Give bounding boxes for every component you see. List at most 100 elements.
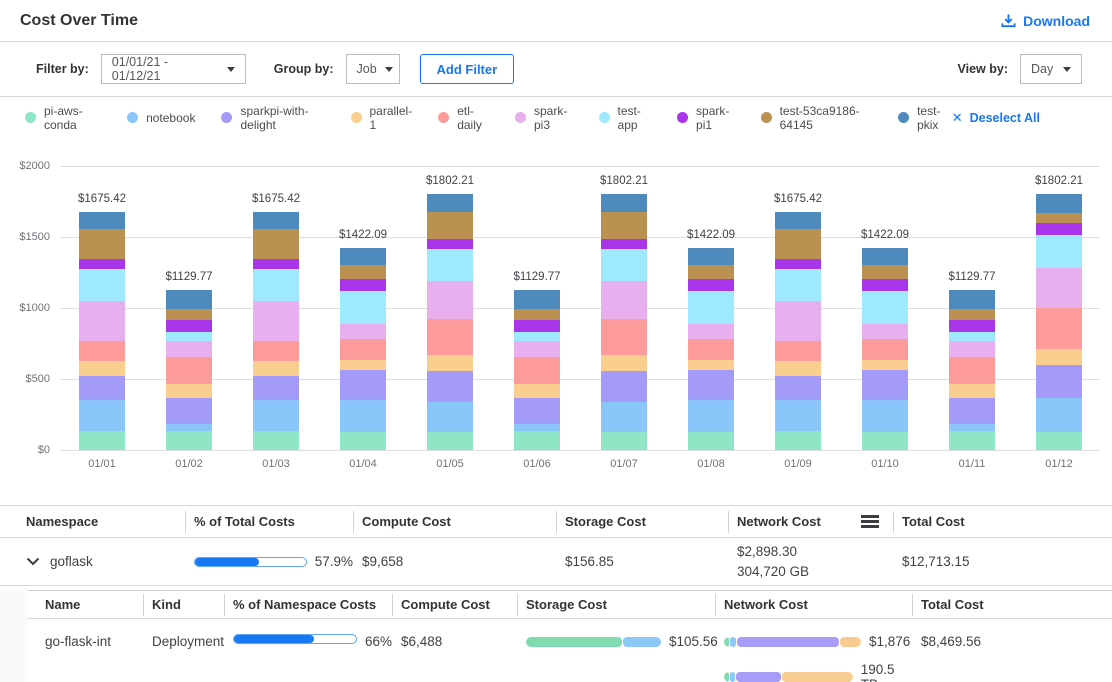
bar-segment-sparkpi-with-delight: [340, 370, 386, 400]
bar-segment: [724, 672, 729, 682]
bar-segment-test-pkix: [688, 248, 734, 265]
stacked-bar-01/09[interactable]: [775, 212, 821, 450]
stacked-bar-01/10[interactable]: [862, 248, 908, 450]
namespace-table: Namespace % of Total Costs Compute Cost …: [0, 505, 1112, 681]
stacked-bar-01/03[interactable]: [253, 212, 299, 450]
legend-item-test-app[interactable]: test-app: [599, 104, 652, 132]
bar-segment-spark-pi1: [862, 279, 908, 291]
stacked-bar-01/05[interactable]: [427, 194, 473, 450]
bar-segment-test-53ca9186-64145: [340, 265, 386, 279]
bar-segment-notebook: [166, 424, 212, 431]
col-total-cost: Total Cost: [912, 591, 1112, 618]
bar-segment-sparkpi-with-delight: [601, 371, 647, 402]
chevron-down-icon: [1063, 67, 1071, 72]
percent-value: 66%: [365, 634, 392, 649]
table-row-goflask[interactable]: goflask 57.9% $9,658 $156.85 $2,898.30 3…: [0, 538, 1112, 586]
legend-item-sparkpi-with-delight[interactable]: sparkpi-with-delight: [221, 104, 324, 132]
bar-segment-spark-pi3: [775, 301, 821, 341]
bar-segment-test-pkix: [949, 290, 995, 309]
legend-label: test-app: [618, 104, 652, 132]
legend-label: test-53ca9186-64145: [780, 104, 872, 132]
deselect-all-button[interactable]: ✕ Deselect All: [952, 110, 1040, 126]
legend-item-notebook[interactable]: notebook: [127, 111, 195, 125]
stacked-bar-01/01[interactable]: [79, 212, 125, 450]
legend-dot: [761, 112, 772, 123]
view-by-dropdown[interactable]: Day: [1020, 54, 1082, 84]
col-network-cost: Network Cost: [728, 506, 893, 537]
add-filter-button[interactable]: Add Filter: [420, 54, 515, 84]
bar-segment-parallel-1: [166, 384, 212, 398]
download-button[interactable]: Download: [1001, 13, 1090, 29]
legend-item-etl-daily[interactable]: etl-daily: [438, 104, 489, 132]
stacked-bar-01/04[interactable]: [340, 248, 386, 450]
bar-segment-pi-aws-conda: [601, 432, 647, 450]
bar-segment: [730, 672, 735, 682]
expand-chevron-icon[interactable]: [26, 557, 40, 566]
col-total-costs-pct: % of Total Costs: [185, 506, 353, 537]
bar-segment: [736, 672, 781, 682]
bar-segment-etl-daily: [775, 341, 821, 361]
table-row-go-flask-int[interactable]: go-flask-int Deployment 66% $6,488 $105.…: [28, 619, 1112, 681]
workload-table: Name Kind % of Namespace Costs Compute C…: [28, 590, 1112, 681]
legend-item-parallel-1[interactable]: parallel-1: [351, 104, 413, 132]
network-cost-cell: $2,898.30 304,720 GB: [728, 538, 893, 585]
group-by-value: Job: [357, 62, 377, 76]
stacked-bar-01/06[interactable]: [514, 290, 560, 450]
namespace-name: goflask: [50, 554, 93, 569]
stacked-bar-01/07[interactable]: [601, 194, 647, 450]
namespace-costs-pct-cell: 66%: [224, 619, 392, 682]
total-costs-pct-cell: 57.9%: [185, 538, 353, 585]
bar-segment-etl-daily: [427, 319, 473, 356]
stacked-bar-01/12[interactable]: [1036, 194, 1082, 450]
bar-segment-test-pkix: [862, 248, 908, 265]
legend-label: notebook: [146, 111, 195, 125]
bar-segment-test-app: [688, 291, 734, 323]
bar-segment-sparkpi-with-delight: [79, 376, 125, 400]
gridline: [60, 450, 1100, 451]
legend-dot: [351, 112, 362, 123]
chart-legend: pi-aws-conda notebook sparkpi-with-delight…: [0, 97, 1112, 138]
bar-segment-notebook: [79, 400, 125, 431]
bar-segment-spark-pi3: [949, 341, 995, 357]
legend-dot: [677, 112, 688, 123]
gridline: [60, 166, 1100, 167]
legend-item-spark-pi3[interactable]: spark-pi3: [515, 104, 573, 132]
stacked-bar-01/02[interactable]: [166, 290, 212, 450]
gridline: [60, 379, 1100, 380]
bar-segment-spark-pi3: [688, 324, 734, 340]
legend-label: sparkpi-with-delight: [240, 104, 324, 132]
bar-total-label: $1802.21: [579, 175, 669, 187]
x-axis-tick: 01/03: [231, 458, 321, 470]
y-axis-tick: $0: [2, 444, 50, 456]
group-by-dropdown[interactable]: Job: [346, 54, 400, 84]
bar-segment-test-app: [862, 291, 908, 323]
legend-dot: [438, 112, 449, 123]
bar-segment-spark-pi1: [688, 279, 734, 291]
network-usage-value: 190.5 TB: [861, 662, 912, 682]
column-menu-icon[interactable]: [861, 513, 879, 531]
legend-item-spark-pi1[interactable]: spark-pi1: [677, 104, 735, 132]
bar-segment-test-pkix: [427, 194, 473, 211]
legend-item-test-53ca9186-64145[interactable]: test-53ca9186-64145: [761, 104, 872, 132]
bar-segment-spark-pi1: [79, 259, 125, 269]
stacked-bar-01/11[interactable]: [949, 290, 995, 450]
y-axis-tick: $500: [2, 373, 50, 385]
bar-segment-spark-pi3: [340, 324, 386, 340]
legend-item-test-pkix[interactable]: test-pkix: [898, 104, 952, 132]
bar-segment: [782, 672, 852, 682]
x-axis-tick: 01/08: [666, 458, 756, 470]
bar-total-label: $1802.21: [405, 175, 495, 187]
bar-segment-test-app: [340, 291, 386, 323]
bar-segment-parallel-1: [253, 361, 299, 377]
x-axis-tick: 01/10: [840, 458, 930, 470]
date-range-dropdown[interactable]: 01/01/21 - 01/12/21: [101, 54, 246, 84]
bar-segment-test-53ca9186-64145: [514, 309, 560, 321]
legend-dot: [898, 112, 909, 123]
legend-item-pi-aws-conda[interactable]: pi-aws-conda: [25, 104, 101, 132]
x-axis-tick: 01/02: [144, 458, 234, 470]
col-compute-cost: Compute Cost: [353, 506, 556, 537]
bar-segment: [730, 637, 735, 647]
col-name: Name: [28, 591, 143, 618]
stacked-bar-01/08[interactable]: [688, 248, 734, 450]
bar-segment-etl-daily: [514, 357, 560, 384]
